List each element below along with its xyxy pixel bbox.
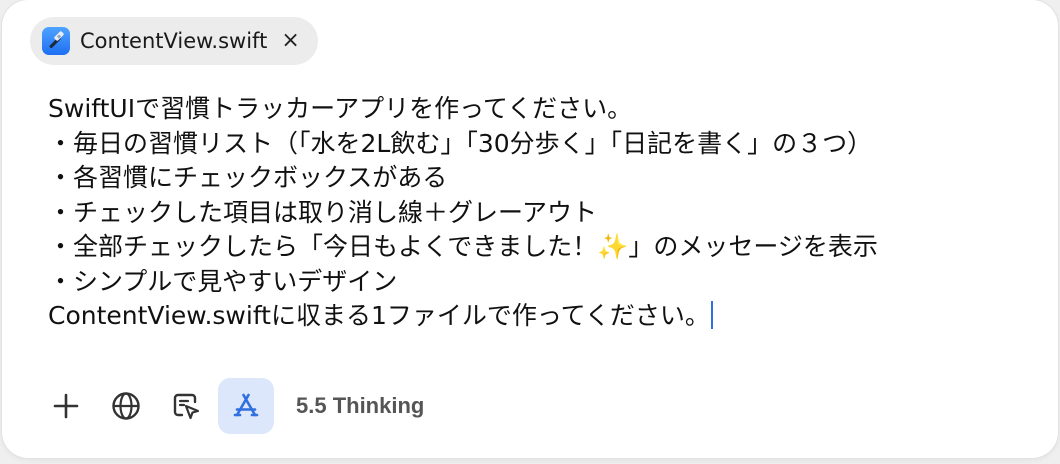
close-icon[interactable]: ×: [281, 30, 299, 52]
app-store-button[interactable]: [218, 378, 274, 434]
composer-toolbar: 5.5 Thinking: [38, 378, 424, 434]
model-selector[interactable]: 5.5 Thinking: [296, 393, 424, 419]
attachment-chip[interactable]: ContentView.swift ×: [30, 17, 318, 65]
text-caret: [710, 301, 713, 329]
xcode-hammer-icon: [42, 27, 70, 55]
prompt-line: ・各習慣にチェックボックスがある: [48, 163, 448, 192]
prompt-line: SwiftUIで習慣トラッカーアプリを作ってください。: [48, 94, 633, 123]
app-store-icon: [233, 393, 259, 417]
globe-icon: [112, 392, 140, 420]
prompt-line: ・シンプルで見やすいデザイン: [48, 266, 398, 296]
prompt-line: ContentView.swiftに収まる1ファイルで作ってください。: [48, 301, 710, 330]
prompt-line: ・全部チェックしたら「今日もよくできました！✨」のメッセージを表示: [48, 232, 878, 261]
add-attachment-button[interactable]: [38, 378, 94, 434]
select-tool-button[interactable]: [158, 378, 214, 434]
web-search-button[interactable]: [98, 378, 154, 434]
prompt-text[interactable]: SwiftUIで習慣トラッカーアプリを作ってください。 ・毎日の習慣リスト（「水…: [48, 92, 1038, 334]
prompt-line: ・毎日の習慣リスト（「水を2L飲む」「30分歩く」「日記を書く」の３つ）: [48, 128, 873, 158]
attachment-file-name: ContentView.swift: [80, 29, 268, 53]
plus-icon: [53, 393, 79, 419]
prompt-last-line: ContentView.swiftに収まる1ファイルで作ってください。: [48, 299, 1038, 334]
prompt-line: ・チェックした項目は取り消し線＋グレーアウト: [48, 197, 598, 227]
prompt-composer[interactable]: ContentView.swift × SwiftUIで習慣トラッカーアプリを作…: [2, 0, 1058, 458]
select-cursor-icon: [173, 393, 200, 420]
